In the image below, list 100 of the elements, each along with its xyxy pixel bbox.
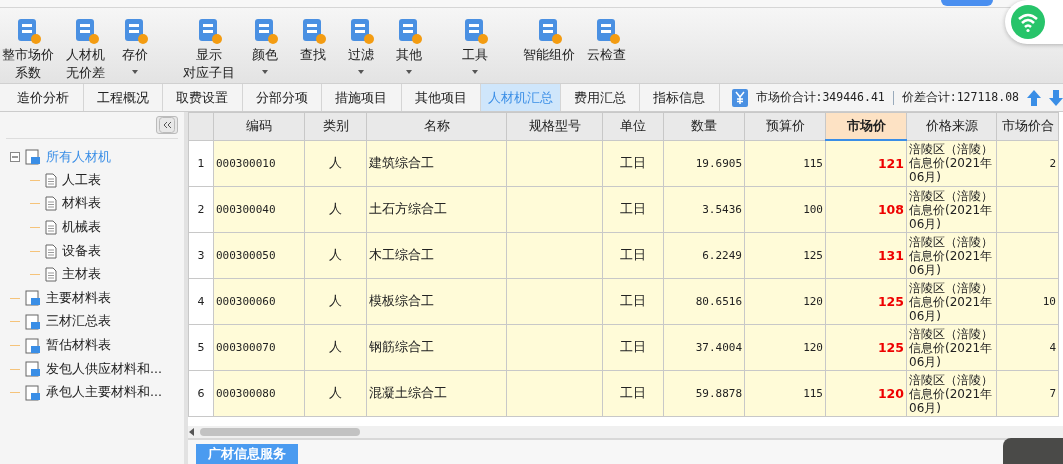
caret-icon [132, 70, 138, 74]
table-cell: 7 [996, 370, 1059, 417]
row-number: 2 [188, 186, 214, 233]
tree-item[interactable]: 设备表 [62, 242, 101, 260]
document-icon [45, 243, 57, 259]
tree-item[interactable]: 发包人供应材料和... [46, 360, 162, 378]
tab[interactable]: 取费设置 [163, 84, 243, 111]
column-header[interactable]: 价格来源 [906, 112, 997, 140]
table-cell: 3.5436 [663, 186, 745, 233]
table-cell: 涪陵区（涪陵）信息价(2021年06月) [906, 140, 997, 187]
table-cell: 19.6905 [663, 140, 745, 187]
table-cell: 80.6516 [663, 278, 745, 325]
toolbar-button[interactable]: 整市场价 系数 [0, 16, 56, 82]
table-chart-icon [25, 290, 41, 307]
table-cell: 125 [744, 232, 826, 279]
table-cell: 人 [304, 232, 367, 279]
table-cell: 125 [825, 324, 907, 371]
table-cell: 人 [304, 370, 367, 417]
table-cell: 涪陵区（涪陵）信息价(2021年06月) [906, 186, 997, 233]
table-cell: 工日 [602, 232, 664, 279]
table-cell: 115 [744, 370, 826, 417]
arrow-up-icon[interactable] [1027, 89, 1041, 106]
caret-icon [472, 70, 478, 74]
toolbar-button[interactable]: 云检查 [585, 16, 628, 64]
table-cell: 59.8878 [663, 370, 745, 417]
table-cell: 108 [825, 186, 907, 233]
toolbar-button[interactable]: 智能组价 [521, 16, 577, 64]
collapse-button[interactable] [156, 116, 178, 134]
column-header[interactable]: 预算价 [744, 112, 826, 140]
column-header[interactable]: 名称 [366, 112, 507, 140]
table-chart-icon [25, 361, 41, 378]
table-cell: 131 [825, 232, 907, 279]
tree-item[interactable]: 主要材料表 [46, 289, 111, 307]
table-chart-icon [25, 337, 41, 354]
tree-item[interactable]: 三材汇总表 [46, 313, 111, 331]
table-cell: 4 [996, 324, 1059, 371]
tree-item[interactable]: 材料表 [62, 195, 101, 213]
wifi-icon [1011, 5, 1045, 39]
table-cell: 人 [304, 278, 367, 325]
column-header[interactable]: 市场价 [825, 112, 907, 140]
tab[interactable]: 分部分项 [242, 84, 322, 111]
scrollbar-thumb[interactable] [200, 428, 360, 436]
market-total-text: 市场价合计:349446.41 [755, 90, 885, 105]
document-icon [45, 267, 57, 283]
table-cell: 000300080 [213, 370, 305, 417]
toolbar-button[interactable]: 显示 对应子目 [181, 16, 237, 82]
arrow-down-icon[interactable] [1049, 89, 1063, 106]
table-cell: 木工综合工 [366, 232, 507, 279]
tab[interactable]: 造价分析 [4, 84, 84, 111]
column-header[interactable]: 编码 [213, 112, 305, 140]
table-cell: 100 [744, 186, 826, 233]
column-header[interactable]: 类别 [304, 112, 367, 140]
table-cell: 000300050 [213, 232, 305, 279]
tree-item[interactable]: 承包人主要材料和... [46, 384, 162, 402]
tab[interactable]: 措施项目 [322, 84, 402, 111]
tree-item[interactable]: 暂估材料表 [46, 337, 111, 355]
yuan-icon [731, 88, 748, 107]
table-cell: 000300010 [213, 140, 305, 187]
row-number: 4 [188, 278, 214, 325]
tab[interactable]: 指标信息 [640, 84, 720, 111]
tree-item[interactable]: 机械表 [62, 219, 101, 237]
tab[interactable]: 费用汇总 [560, 84, 640, 111]
table-cell: 000300060 [213, 278, 305, 325]
table-cell: 120 [744, 324, 826, 371]
network-widget[interactable] [1005, 0, 1063, 44]
tab[interactable]: 工程概况 [83, 84, 163, 111]
table-cell: 10 [996, 278, 1059, 325]
column-header[interactable]: 单位 [602, 112, 664, 140]
column-header[interactable]: 规格型号 [506, 112, 603, 140]
toolbar-button[interactable]: 颜色 [245, 16, 285, 82]
tree-item[interactable]: 主材表 [62, 266, 101, 284]
table-cell: 工日 [602, 278, 664, 325]
table-cell: 人 [304, 324, 367, 371]
table-cell [996, 232, 1059, 279]
table-cell: 涪陵区（涪陵）信息价(2021年06月) [906, 232, 997, 279]
document-icon [45, 220, 57, 236]
table-cell: 涪陵区（涪陵）信息价(2021年06月) [906, 324, 997, 371]
table-cell: 混凝土综合工 [366, 370, 507, 417]
row-number: 1 [188, 140, 214, 187]
table-cell: 土石方综合工 [366, 186, 507, 233]
table-cell: 000300040 [213, 186, 305, 233]
toolbar-button[interactable]: 存价 [115, 16, 155, 82]
table-cell: 121 [825, 140, 907, 187]
toolbar-button[interactable]: 查找 [293, 16, 333, 82]
tree-item[interactable]: 人工表 [62, 171, 101, 189]
column-header[interactable]: 数量 [663, 112, 745, 140]
price-difference-total-text: 价差合计:127118.08 [901, 90, 1019, 105]
table-cell: 钢筋综合工 [366, 324, 507, 371]
toolbar-button[interactable]: 过滤 [341, 16, 381, 82]
table-cell: 涪陵区（涪陵）信息价(2021年06月) [906, 370, 997, 417]
toolbar-button[interactable]: 工具 [455, 16, 495, 74]
table-cell: 模板综合工 [366, 278, 507, 325]
column-header[interactable]: 市场价合 [996, 112, 1059, 140]
toolbar-button[interactable]: 其他 [389, 16, 429, 82]
table-chart-icon [25, 313, 41, 330]
caret-icon [406, 70, 412, 74]
collapse-toggle-icon[interactable] [10, 151, 20, 162]
table-cell: 115 [744, 140, 826, 187]
toolbar-button[interactable]: 人材机 无价差 [64, 16, 107, 82]
row-number: 3 [188, 232, 214, 279]
